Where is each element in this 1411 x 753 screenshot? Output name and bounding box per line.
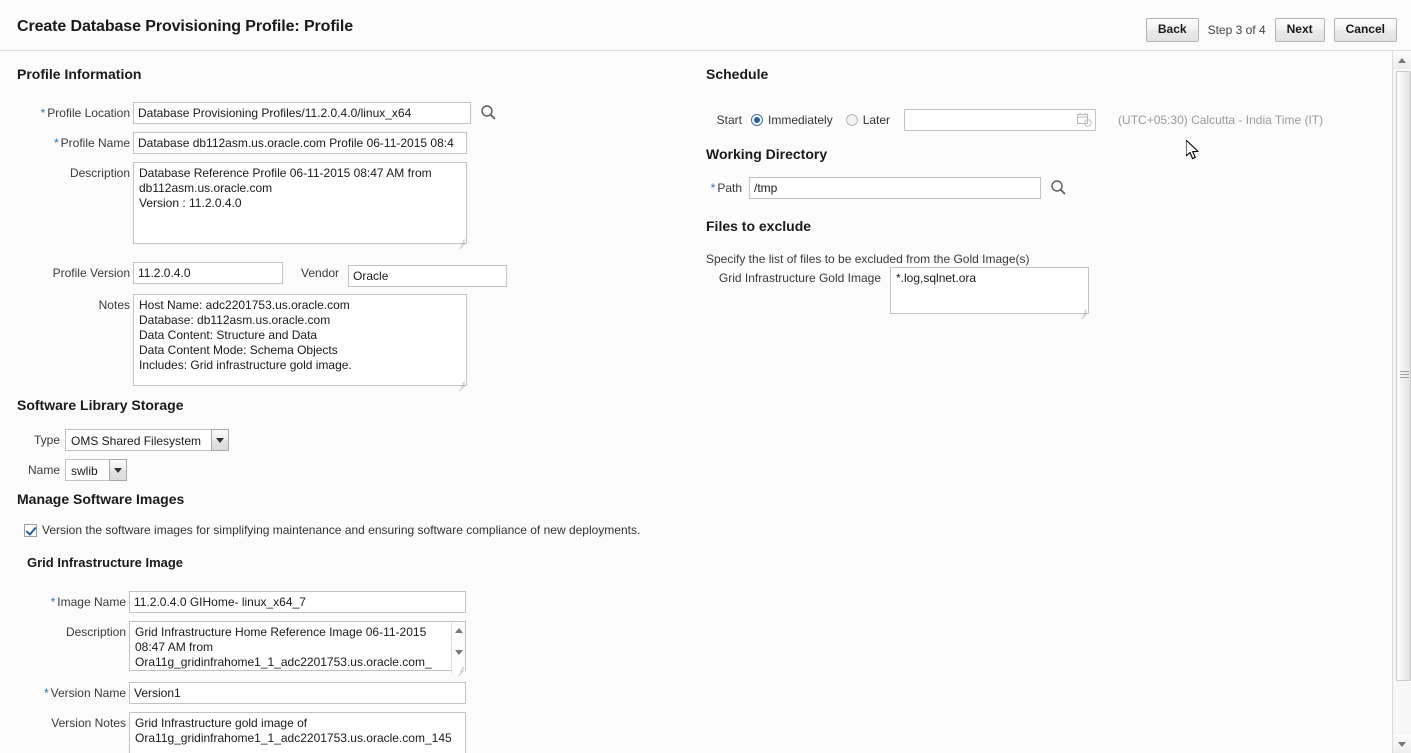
radio-later[interactable]: Later — [846, 113, 890, 127]
header-action-bar: Back Step 3 of 4 Next Cancel — [1146, 18, 1397, 42]
page-scrollbar[interactable] — [1392, 51, 1411, 753]
scrollbar-grip-icon — [1400, 371, 1409, 381]
version-notes-wrap: Grid Infrastructure gold image of Ora11g… — [129, 712, 466, 753]
swlib-name-value: swlib — [65, 459, 109, 481]
chevron-down-icon[interactable] — [109, 459, 127, 481]
grid-gold-image-row: Grid Infrastructure Gold Image *.log,sql… — [700, 267, 1089, 317]
version-images-checkbox-label: Version the software images for simplify… — [42, 523, 640, 537]
required-marker: * — [711, 181, 716, 195]
swlib-name-select[interactable]: swlib — [65, 459, 127, 481]
version-notes-label: Version Notes — [0, 712, 126, 734]
swlib-name-row: Name swlib — [0, 459, 127, 481]
software-library-storage-heading: Software Library Storage — [17, 397, 184, 413]
working-directory-path-row: *Path — [700, 177, 1067, 199]
profile-notes-textarea[interactable]: Host Name: adc2201753.us.oracle.com Data… — [133, 294, 467, 386]
image-description-textarea[interactable]: Grid Infrastructure Home Reference Image… — [129, 621, 466, 671]
radio-immediately-input[interactable] — [751, 114, 763, 126]
chevron-down-icon[interactable] — [211, 429, 229, 451]
scrollbar-track[interactable] — [1394, 69, 1411, 735]
required-marker: * — [41, 106, 46, 120]
profile-description-textarea[interactable]: Database Reference Profile 06-11-2015 08… — [133, 162, 467, 244]
scroll-up-icon[interactable] — [452, 624, 465, 637]
radio-immediately-label: Immediately — [768, 113, 833, 127]
version-images-checkbox[interactable] — [24, 524, 37, 537]
profile-description-row: Description Database Reference Profile 0… — [0, 162, 520, 247]
version-name-label: *Version Name — [0, 682, 126, 704]
profile-name-label: *Profile Name — [0, 132, 130, 154]
files-to-exclude-hint: Specify the list of files to be excluded… — [706, 252, 1029, 266]
files-to-exclude-heading: Files to exclude — [706, 218, 811, 234]
profile-name-row: *Profile Name — [0, 132, 520, 154]
profile-description-wrap: Database Reference Profile 06-11-2015 08… — [133, 162, 467, 247]
radio-later-label: Later — [863, 113, 890, 127]
required-marker: * — [54, 136, 59, 150]
version-name-row: *Version Name — [0, 682, 466, 704]
image-description-wrap: Grid Infrastructure Home Reference Image… — [129, 621, 466, 674]
grid-gold-image-wrap: *.log,sqlnet.ora — [890, 267, 1089, 317]
scroll-down-icon[interactable] — [1393, 735, 1411, 753]
image-name-input[interactable] — [129, 591, 466, 613]
radio-immediately[interactable]: Immediately — [751, 113, 833, 127]
swlib-type-row: Type OMS Shared Filesystem — [0, 429, 229, 451]
profile-location-label: *Profile Location — [0, 102, 130, 124]
image-name-row: *Image Name — [0, 591, 466, 613]
grid-gold-image-textarea[interactable]: *.log,sqlnet.ora — [890, 267, 1089, 314]
scrollbar-thumb[interactable] — [1396, 71, 1411, 681]
version-name-input[interactable] — [129, 682, 466, 704]
path-label: *Path — [700, 177, 742, 199]
required-marker: * — [51, 595, 56, 609]
scroll-down-icon[interactable] — [452, 646, 465, 659]
profile-location-input[interactable] — [133, 102, 471, 124]
image-name-label: *Image Name — [0, 591, 126, 613]
swlib-type-value: OMS Shared Filesystem — [65, 429, 211, 451]
swlib-name-label: Name — [0, 459, 60, 481]
profile-information-heading: Profile Information — [17, 66, 141, 82]
profile-description-label: Description — [0, 162, 130, 184]
profile-notes-wrap: Host Name: adc2201753.us.oracle.com Data… — [133, 294, 467, 389]
calendar-icon[interactable] — [1077, 112, 1092, 130]
profile-name-input[interactable] — [133, 132, 467, 154]
profile-notes-row: Notes Host Name: adc2201753.us.oracle.co… — [0, 294, 520, 389]
version-images-checkbox-row[interactable]: Version the software images for simplify… — [24, 523, 640, 537]
scroll-up-icon[interactable] — [1393, 51, 1411, 69]
page-title: Create Database Provisioning Profile: Pr… — [17, 18, 353, 36]
grid-gold-image-label: Grid Infrastructure Gold Image — [700, 267, 881, 289]
page-header: Create Database Provisioning Profile: Pr… — [0, 0, 1411, 51]
profile-location-row: *Profile Location — [0, 102, 520, 124]
cancel-button[interactable]: Cancel — [1334, 18, 1397, 42]
image-description-label: Description — [0, 621, 126, 643]
schedule-date-input[interactable] — [904, 109, 1096, 131]
back-button[interactable]: Back — [1146, 18, 1199, 42]
version-notes-row: Version Notes Grid Infrastructure gold i… — [0, 712, 466, 753]
version-notes-textarea[interactable]: Grid Infrastructure gold image of Ora11g… — [129, 712, 466, 753]
vendor-input[interactable] — [348, 265, 507, 287]
working-directory-heading: Working Directory — [706, 146, 827, 162]
profile-version-label: Profile Version — [0, 262, 130, 284]
schedule-heading: Schedule — [706, 66, 768, 82]
schedule-date-wrap — [904, 109, 1096, 131]
wizard-page: Create Database Provisioning Profile: Pr… — [0, 0, 1411, 753]
schedule-start-row: Start Immediately Later — [700, 109, 1323, 131]
manage-software-images-heading: Manage Software Images — [17, 491, 184, 507]
required-marker: * — [44, 686, 49, 700]
search-icon[interactable] — [1050, 179, 1067, 199]
vendor-label: Vendor — [301, 262, 339, 284]
step-indicator: Step 3 of 4 — [1208, 23, 1266, 37]
profile-notes-label: Notes — [0, 294, 130, 316]
page-content: Profile Information *Profile Location *P… — [0, 51, 1392, 753]
schedule-timezone-text: (UTC+05:30) Calcutta - India Time (IT) — [1118, 113, 1323, 127]
grid-infrastructure-image-heading: Grid Infrastructure Image — [27, 555, 183, 570]
image-description-row: Description Grid Infrastructure Home Ref… — [0, 621, 466, 674]
swlib-type-label: Type — [0, 429, 60, 451]
profile-version-input[interactable] — [133, 262, 283, 284]
profile-version-row: Profile Version Vendor — [0, 262, 560, 287]
schedule-start-label: Start — [700, 109, 742, 131]
radio-later-input[interactable] — [846, 114, 858, 126]
path-input[interactable] — [749, 177, 1041, 199]
search-icon[interactable] — [480, 104, 497, 124]
swlib-type-select[interactable]: OMS Shared Filesystem — [65, 429, 229, 451]
textarea-scrollbar[interactable] — [451, 622, 465, 673]
next-button[interactable]: Next — [1275, 18, 1325, 42]
